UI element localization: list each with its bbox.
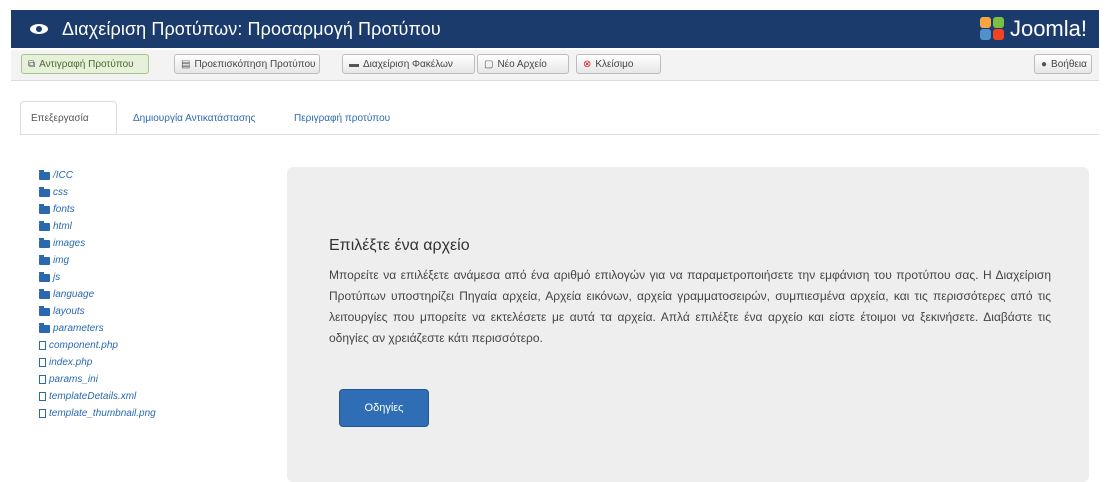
tree-folder[interactable]: html xyxy=(39,220,72,233)
panel-description: Μπορείτε να επιλέξετε ανάμεσα από ένα αρ… xyxy=(329,268,1051,345)
tree-folder[interactable]: layouts xyxy=(39,305,85,318)
file-label: component.php xyxy=(49,340,118,351)
file-label: params_ini xyxy=(49,374,98,385)
select-file-panel: Επιλέξτε ένα αρχείο Μπορείτε να επιλέξετ… xyxy=(287,167,1089,482)
joomla-logo[interactable]: Joomla! xyxy=(979,16,1087,42)
tree-file[interactable]: index.php xyxy=(39,356,92,369)
folder-icon xyxy=(39,271,50,282)
panel-heading: Επιλέξτε ένα αρχείο xyxy=(329,237,470,254)
toolbar: ⧉ Αντιγραφή Προτύπου ▤ Προεπισκόπηση Προ… xyxy=(11,50,1099,81)
help-label: Βοήθεια xyxy=(1051,58,1087,70)
folder-label: language xyxy=(53,289,95,300)
folder-label: layouts xyxy=(53,306,85,317)
folder-label: fonts xyxy=(53,204,75,215)
file-icon xyxy=(39,358,46,367)
folder-label: images xyxy=(53,238,86,249)
page-title: Διαχείριση Προτύπων: Προσαρμογή Προτύπου xyxy=(62,18,441,39)
folder-icon xyxy=(39,288,50,299)
folder-icon xyxy=(39,203,50,214)
joomla-mark-icon xyxy=(979,17,1006,41)
tree-folder[interactable]: js xyxy=(39,271,60,284)
folder-icon xyxy=(39,237,50,248)
tab-divider xyxy=(20,134,1099,135)
tab-edit[interactable]: Επεξεργασία xyxy=(20,101,117,135)
tree-folder[interactable]: css xyxy=(39,186,68,199)
file-icon xyxy=(39,409,46,418)
preview-icon: ▤ xyxy=(181,58,191,70)
tree-folder[interactable]: /ICC xyxy=(39,169,73,182)
preview-template-label: Προεπισκόπηση Προτύπου xyxy=(194,58,316,70)
folder-icon xyxy=(39,186,50,197)
file-label: index.php xyxy=(49,357,93,368)
tree-file[interactable]: template_thumbnail.png xyxy=(39,407,156,420)
close-button[interactable]: ⊗ Κλείσιμο xyxy=(576,54,661,74)
new-file-label: Νέο Αρχείο xyxy=(497,58,547,70)
tab-template-description[interactable]: Περιγραφή προτύπου xyxy=(284,101,424,135)
file-icon xyxy=(39,392,46,401)
copy-template-label: Αντιγραφή Προτύπου xyxy=(39,58,134,70)
tree-folder[interactable]: fonts xyxy=(39,203,75,216)
folder-icon: ▬ xyxy=(349,58,359,70)
folder-label: js xyxy=(53,272,61,283)
folder-label: parameters xyxy=(53,323,104,334)
file-icon xyxy=(39,341,46,350)
tree-folder[interactable]: parameters xyxy=(39,322,104,335)
folder-icon xyxy=(39,254,50,265)
instructions-button[interactable]: Οδηγίες xyxy=(339,389,429,427)
tree-file[interactable]: component.php xyxy=(39,339,118,352)
file-label: templateDetails.xml xyxy=(49,391,137,402)
question-icon: ● xyxy=(1041,58,1048,70)
close-label: Κλείσιμο xyxy=(595,58,634,70)
folder-label: /ICC xyxy=(53,170,73,181)
preview-template-button[interactable]: ▤ Προεπισκόπηση Προτύπου xyxy=(174,54,320,74)
eye-icon xyxy=(30,23,48,35)
manage-folders-button[interactable]: ▬ Διαχείριση Φακέλων xyxy=(342,54,475,74)
folder-label: img xyxy=(53,255,70,266)
folder-icon xyxy=(39,322,50,333)
help-button[interactable]: ● Βοήθεια xyxy=(1034,54,1092,74)
tab-create-override[interactable]: Δημιουργία Αντικατάστασης xyxy=(123,101,279,135)
tree-folder[interactable]: language xyxy=(39,288,94,301)
new-file-button[interactable]: ▢ Νέο Αρχείο xyxy=(477,54,569,74)
file-icon xyxy=(39,375,46,384)
tree-folder[interactable]: images xyxy=(39,237,85,250)
header-bar: Διαχείριση Προτύπων: Προσαρμογή Προτύπου… xyxy=(11,10,1099,48)
copy-template-button[interactable]: ⧉ Αντιγραφή Προτύπου xyxy=(21,54,149,74)
tree-file[interactable]: params_ini xyxy=(39,373,98,386)
folder-label: css xyxy=(53,187,68,198)
manage-folders-label: Διαχείριση Φακέλων xyxy=(363,58,453,70)
file-label: template_thumbnail.png xyxy=(49,408,156,419)
joomla-brand-text: Joomla! xyxy=(1009,16,1087,41)
folder-icon xyxy=(39,305,50,316)
tree-file[interactable]: templateDetails.xml xyxy=(39,390,136,403)
copy-icon: ⧉ xyxy=(28,58,36,70)
folder-icon xyxy=(39,169,50,180)
folder-icon xyxy=(39,220,50,231)
tree-folder[interactable]: img xyxy=(39,254,69,267)
close-icon: ⊗ xyxy=(583,58,592,70)
new-file-icon: ▢ xyxy=(484,58,494,70)
folder-label: html xyxy=(53,221,72,232)
